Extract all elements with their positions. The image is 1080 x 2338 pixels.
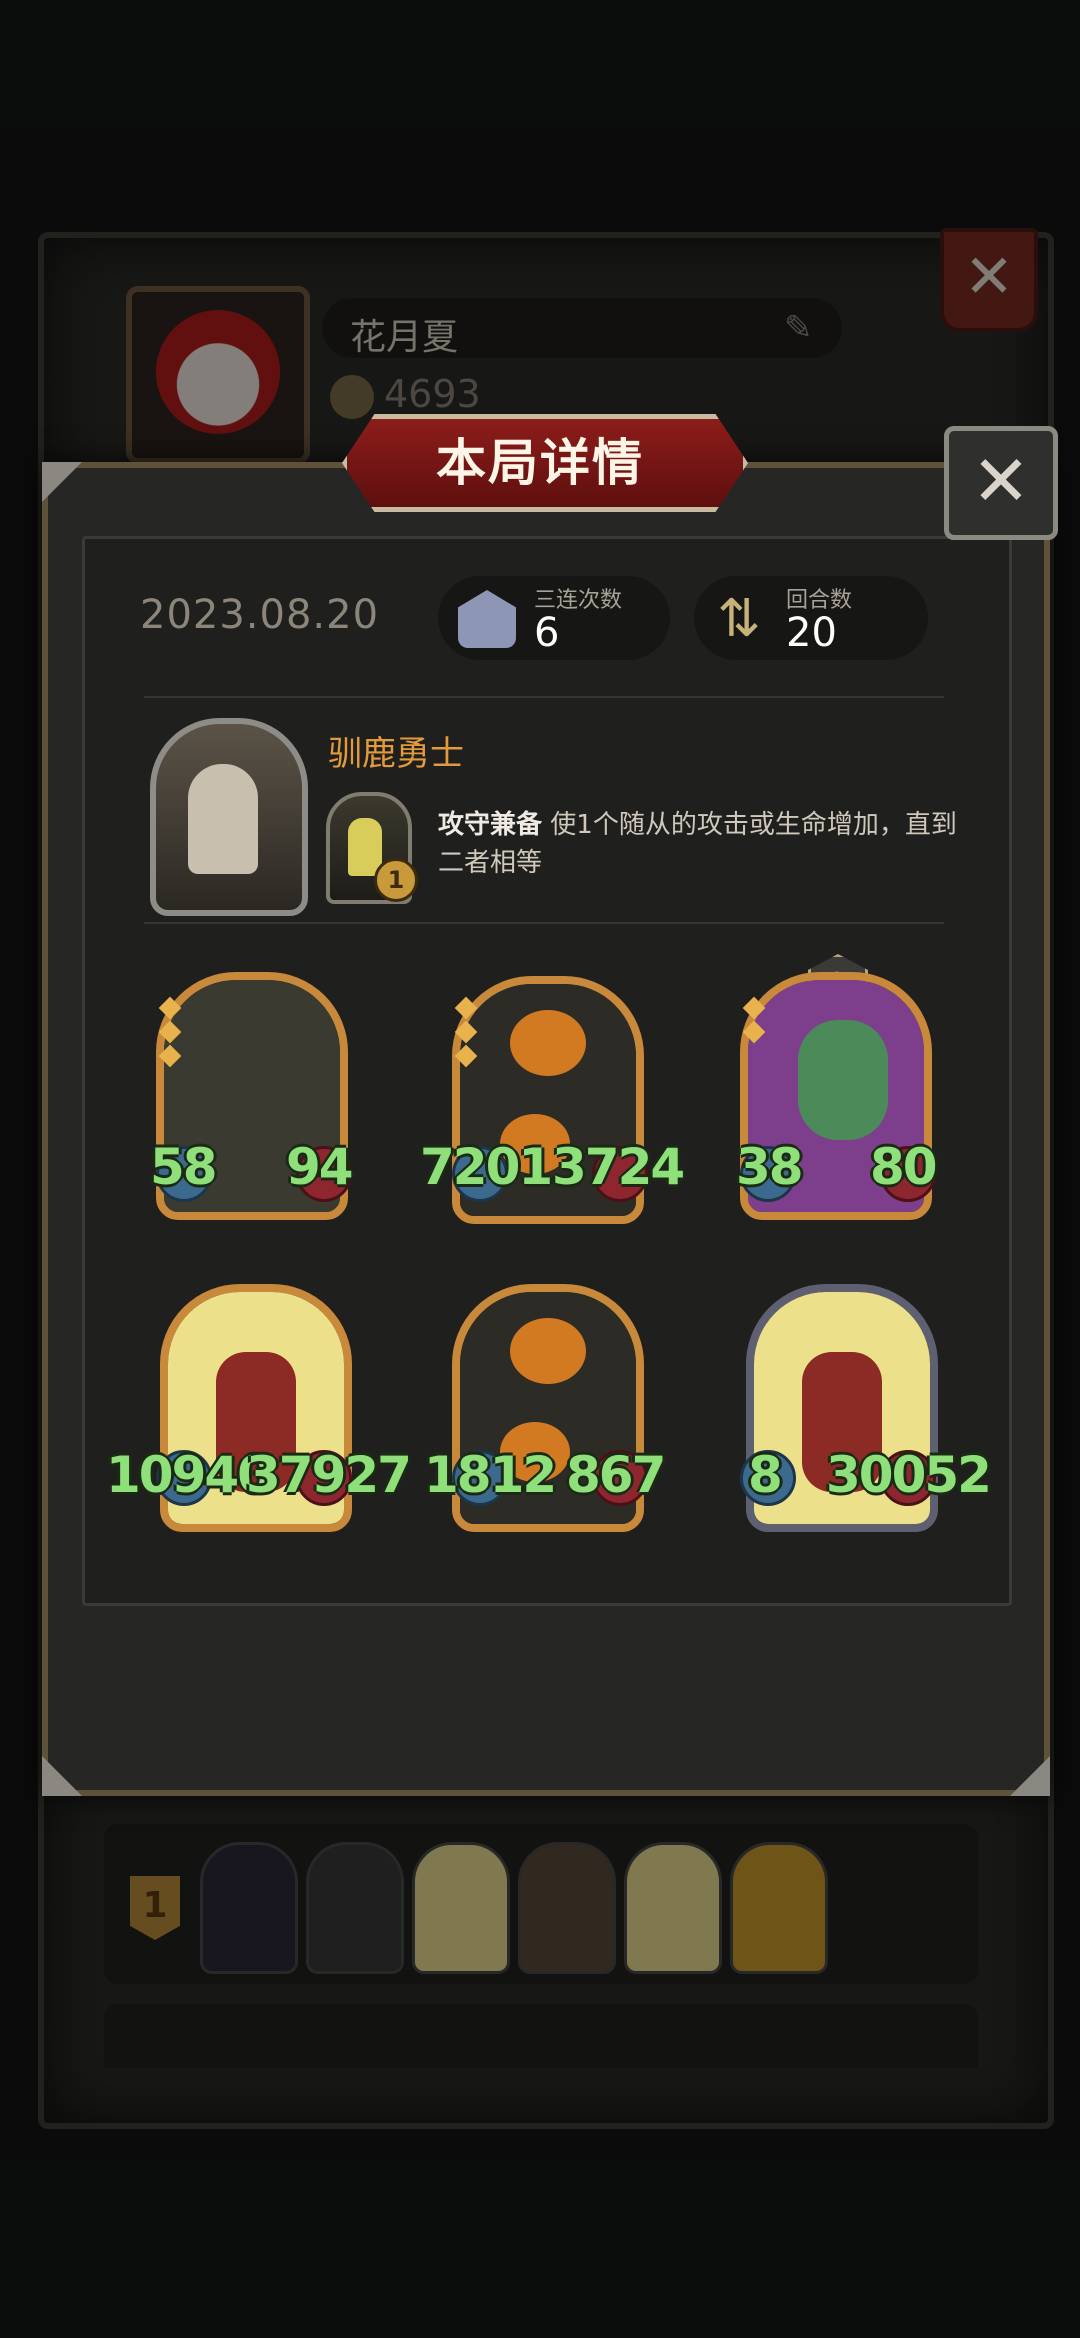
minion-health: 30052 (826, 1446, 992, 1504)
minion-attack: 38 (736, 1138, 804, 1196)
round-count-value: 20 (786, 610, 837, 656)
minion-health: 94 (286, 1138, 354, 1196)
pumpkin-head (510, 1010, 586, 1076)
hero-name: 驯鹿勇士 (328, 734, 464, 774)
close-icon[interactable]: ✕ (944, 426, 1058, 540)
minion-attack: 1812 (424, 1446, 557, 1504)
minion-health: 80 (870, 1138, 938, 1196)
parrot-body (798, 1020, 888, 1140)
corner-ornament (42, 1756, 82, 1796)
round-cycle-icon: ⇅ (717, 589, 761, 649)
minion-attack: 58 (150, 1138, 218, 1196)
divider (144, 922, 944, 924)
triple-count-stat: 三连次数 6 (438, 576, 670, 660)
round-count-stat: ⇅ 回合数 20 (694, 576, 928, 660)
minion-health: 867 (566, 1446, 666, 1504)
minion-health: 3724 (552, 1138, 685, 1196)
minion-health: 37927 (246, 1446, 412, 1504)
popup-title: 本局详情 (436, 434, 644, 492)
hero-skill-description: 攻守兼备 使1个随从的攻击或生命增加，直到二者相等 (438, 806, 978, 882)
match-date: 2023.08.20 (140, 592, 380, 638)
corner-ornament (1010, 1756, 1050, 1796)
minion-attack: 8 (748, 1446, 783, 1504)
pumpkin-head (510, 1318, 586, 1384)
skill-name: 攻守兼备 (438, 810, 543, 840)
corner-ornament (42, 462, 82, 502)
reindeer-hero-art (188, 764, 258, 874)
triple-count-value: 6 (534, 610, 560, 656)
hero-portrait[interactable] (150, 718, 308, 916)
divider (144, 696, 944, 698)
skill-level-badge: 1 (374, 858, 418, 902)
minion-attack: 7201 (420, 1138, 553, 1196)
triple-stack-icon (458, 590, 516, 648)
